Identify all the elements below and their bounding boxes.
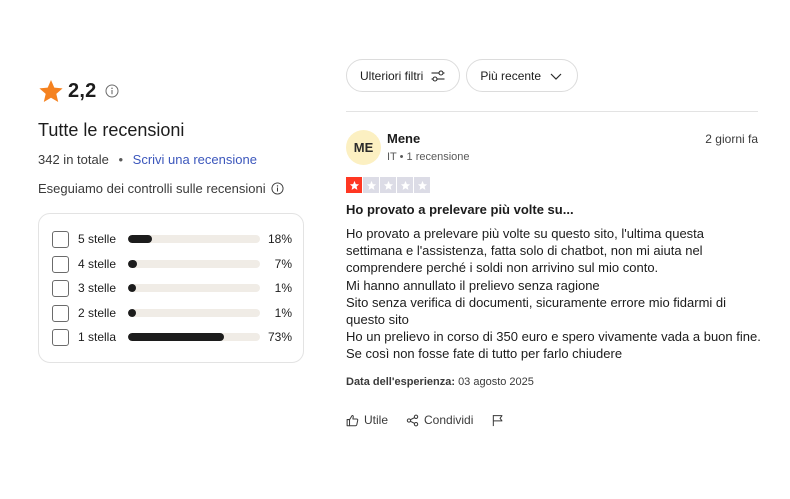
thumbs-up-icon	[346, 414, 359, 427]
more-filters-button[interactable]: Ulteriori filtri	[346, 59, 461, 92]
review-checks-note: Eseguiamo dei controlli sulle recensioni	[38, 181, 284, 196]
distribution-bar	[128, 284, 260, 292]
distribution-percent: 1%	[274, 306, 292, 320]
filter-checkbox[interactable]	[52, 230, 69, 248]
star-rating-icon	[414, 177, 430, 193]
separator-dot: •	[118, 152, 124, 167]
distribution-percent: 7%	[274, 257, 292, 271]
checks-note-text: Eseguiamo dei controlli sulle recensioni	[38, 181, 266, 196]
rating-summary: 2,2 Tutte le recensioni 342 in totale • …	[38, 78, 304, 363]
distribution-bar	[128, 333, 260, 341]
star-level-label: 4 stelle	[78, 257, 117, 271]
review-body-line: comprendere perché i soldi non arrivino …	[346, 260, 659, 276]
filter-checkbox[interactable]	[52, 255, 69, 273]
review-date: 2 giorni fa	[705, 132, 758, 146]
info-icon[interactable]	[105, 84, 119, 98]
star-rating-icon	[346, 177, 362, 193]
star-rating-icon	[363, 177, 379, 193]
totals-row: 342 in totale • Scrivi una recensione	[38, 152, 257, 167]
score-row: 2,2	[38, 78, 304, 104]
useful-button[interactable]: Utile	[346, 413, 388, 427]
share-icon	[406, 414, 419, 427]
distribution-bar	[128, 260, 260, 268]
review-body-line: Sito senza verifica di documenti, sicura…	[346, 294, 727, 310]
star-level-label: 2 stelle	[78, 306, 117, 320]
filter-checkbox[interactable]	[52, 328, 69, 346]
star-rating-icon	[380, 177, 396, 193]
distribution-bar-fill	[128, 260, 138, 268]
reviewer-meta: IT • 1 recensione	[387, 151, 470, 163]
share-label: Condividi	[424, 413, 474, 427]
distribution-row[interactable]: 4 stelle 7%	[52, 255, 292, 273]
distribution-row[interactable]: 1 stella 73%	[52, 328, 292, 346]
useful-label: Utile	[364, 413, 389, 427]
reviewer-name[interactable]: Mene	[387, 131, 420, 146]
distribution-percent: 73%	[267, 330, 292, 344]
distribution-bar	[128, 235, 260, 243]
star-level-label: 1 stella	[78, 330, 117, 344]
experience-date: Data dell'esperienza: 03 agosto 2025	[346, 376, 534, 388]
distribution-bar	[128, 309, 260, 317]
rating-distribution: 5 stelle 18% 4 stelle 7% 3 stelle 1% 2 s…	[38, 213, 304, 363]
review-toolbar: Ulteriori filtri Più recente	[346, 59, 579, 92]
avatar[interactable]: ME	[346, 130, 381, 165]
info-icon[interactable]	[271, 182, 284, 195]
distribution-bar-fill	[128, 235, 152, 243]
distribution-bar-fill	[128, 309, 136, 317]
chevron-down-icon	[548, 68, 564, 84]
sort-label: Più recente	[480, 68, 542, 83]
star-icon	[38, 78, 64, 104]
average-score: 2,2	[68, 79, 97, 102]
page-title: Tutte le recensioni	[38, 120, 185, 140]
flag-icon	[491, 414, 504, 427]
review-actions: Utile Condividi	[346, 413, 509, 427]
review-body-line: Mi hanno annullato il prelievo senza rag…	[346, 277, 600, 293]
distribution-row[interactable]: 3 stelle 1%	[52, 279, 292, 297]
review-body-line: settimana e l'assistenza, fatta solo di …	[346, 243, 703, 259]
distribution-row[interactable]: 5 stelle 18%	[52, 230, 292, 248]
review-title[interactable]: Ho provato a prelevare più volte su...	[346, 202, 574, 217]
distribution-bar-fill	[128, 284, 136, 292]
filter-checkbox[interactable]	[52, 304, 69, 322]
review-body-line: Se così non fosse fate di tutto per farl…	[346, 346, 623, 362]
review-body-line: questo sito	[346, 312, 409, 328]
distribution-row[interactable]: 2 stelle 1%	[52, 304, 292, 322]
sort-dropdown[interactable]: Più recente	[466, 59, 579, 92]
total-count: 342 in totale	[38, 152, 109, 167]
more-filters-label: Ulteriori filtri	[360, 68, 424, 83]
review-body-line: Ho provato a prelevare più volte su ques…	[346, 226, 705, 241]
distribution-bar-fill	[128, 333, 225, 341]
toolbar-divider	[346, 111, 758, 112]
sliders-icon	[430, 68, 446, 84]
report-button[interactable]	[491, 414, 509, 427]
star-level-label: 5 stelle	[78, 232, 117, 246]
share-button[interactable]: Condividi	[406, 413, 473, 427]
review-body: Ho provato a prelevare più volte su ques…	[346, 225, 761, 363]
experience-date-value: 03 agosto 2025	[458, 376, 534, 388]
star-level-label: 3 stelle	[78, 281, 117, 295]
filter-checkbox[interactable]	[52, 279, 69, 297]
write-review-link[interactable]: Scrivi una recensione	[133, 152, 257, 167]
experience-date-label: Data dell'esperienza:	[346, 376, 455, 388]
distribution-percent: 18%	[267, 232, 292, 246]
review-body-line: Ho un prelievo in corso di 350 euro e sp…	[346, 329, 761, 345]
distribution-percent: 1%	[274, 281, 292, 295]
review-rating	[346, 177, 430, 193]
star-rating-icon	[397, 177, 413, 193]
